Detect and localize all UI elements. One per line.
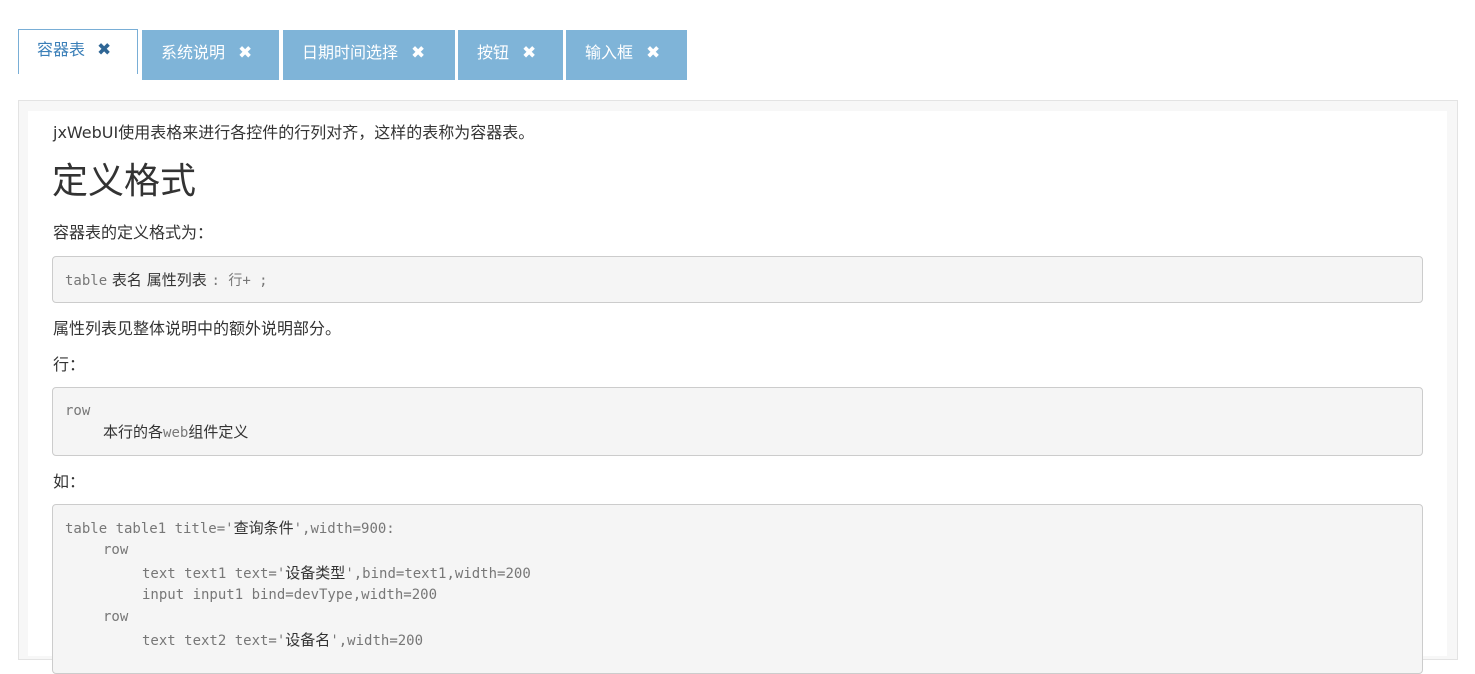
close-icon[interactable]: ✖	[238, 30, 252, 76]
code-line: input input1 bind=devType,width=200	[142, 587, 438, 603]
example-label: 如：	[53, 472, 86, 491]
close-icon[interactable]: ✖	[522, 30, 536, 76]
code-keyword: web	[163, 425, 189, 441]
code-line: text text1 text='设备类型',bind=text1,width=…	[142, 564, 531, 582]
tab-system-description[interactable]: 系统说明 ✖	[142, 30, 279, 80]
code-block-example: table table1 title='查询条件',width=900: row…	[52, 504, 1423, 674]
code-text: 本行的各	[103, 423, 164, 441]
tab-label: 日期时间选择	[302, 43, 399, 62]
tab-datetime-picker[interactable]: 日期时间选择 ✖	[283, 30, 455, 80]
intro-text: jxWebUI使用表格来进行各控件的行列对齐，这样的表称为容器表。	[53, 123, 535, 142]
close-icon[interactable]: ✖	[411, 30, 425, 76]
tab-container-table[interactable]: 容器表 ✖	[18, 29, 138, 74]
code-line: row	[65, 403, 91, 419]
row-label: 行：	[53, 355, 86, 374]
code-block-definition: table 表名 属性列表 : 行+ ;	[52, 256, 1423, 303]
code-keyword: : 行+ ;	[211, 273, 268, 289]
code-keyword: table	[65, 273, 108, 289]
tab-bar: 容器表 ✖ 系统说明 ✖ 日期时间选择 ✖ 按钮 ✖ 输入框 ✖	[18, 29, 1458, 80]
code-text: 表名 属性列表	[107, 271, 212, 289]
tab-input[interactable]: 输入框 ✖	[566, 30, 687, 80]
code-block-row: row 本行的各web组件定义	[52, 387, 1423, 456]
code-line: row	[103, 609, 129, 625]
code-line: row	[103, 542, 129, 558]
code-line: 本行的各web组件定义	[103, 422, 248, 443]
tab-label: 输入框	[585, 43, 634, 62]
tab-label: 容器表	[37, 40, 86, 59]
code-text: 组件定义	[188, 423, 249, 441]
code-line: text text2 text='设备名',width=200	[142, 631, 424, 649]
tab-label: 按钮	[477, 43, 510, 62]
definition-label: 容器表的定义格式为：	[53, 223, 214, 242]
code-line: table table1 title='查询条件',width=900:	[65, 519, 395, 537]
tab-button[interactable]: 按钮 ✖	[458, 30, 563, 80]
section-heading: 定义格式	[52, 161, 197, 202]
tab-label: 系统说明	[161, 43, 226, 62]
close-icon[interactable]: ✖	[646, 30, 660, 76]
attribute-note: 属性列表见整体说明中的额外说明部分。	[53, 319, 342, 338]
close-icon[interactable]: ✖	[97, 30, 111, 70]
code-line: table 表名 属性列表 : 行+ ;	[65, 270, 268, 291]
